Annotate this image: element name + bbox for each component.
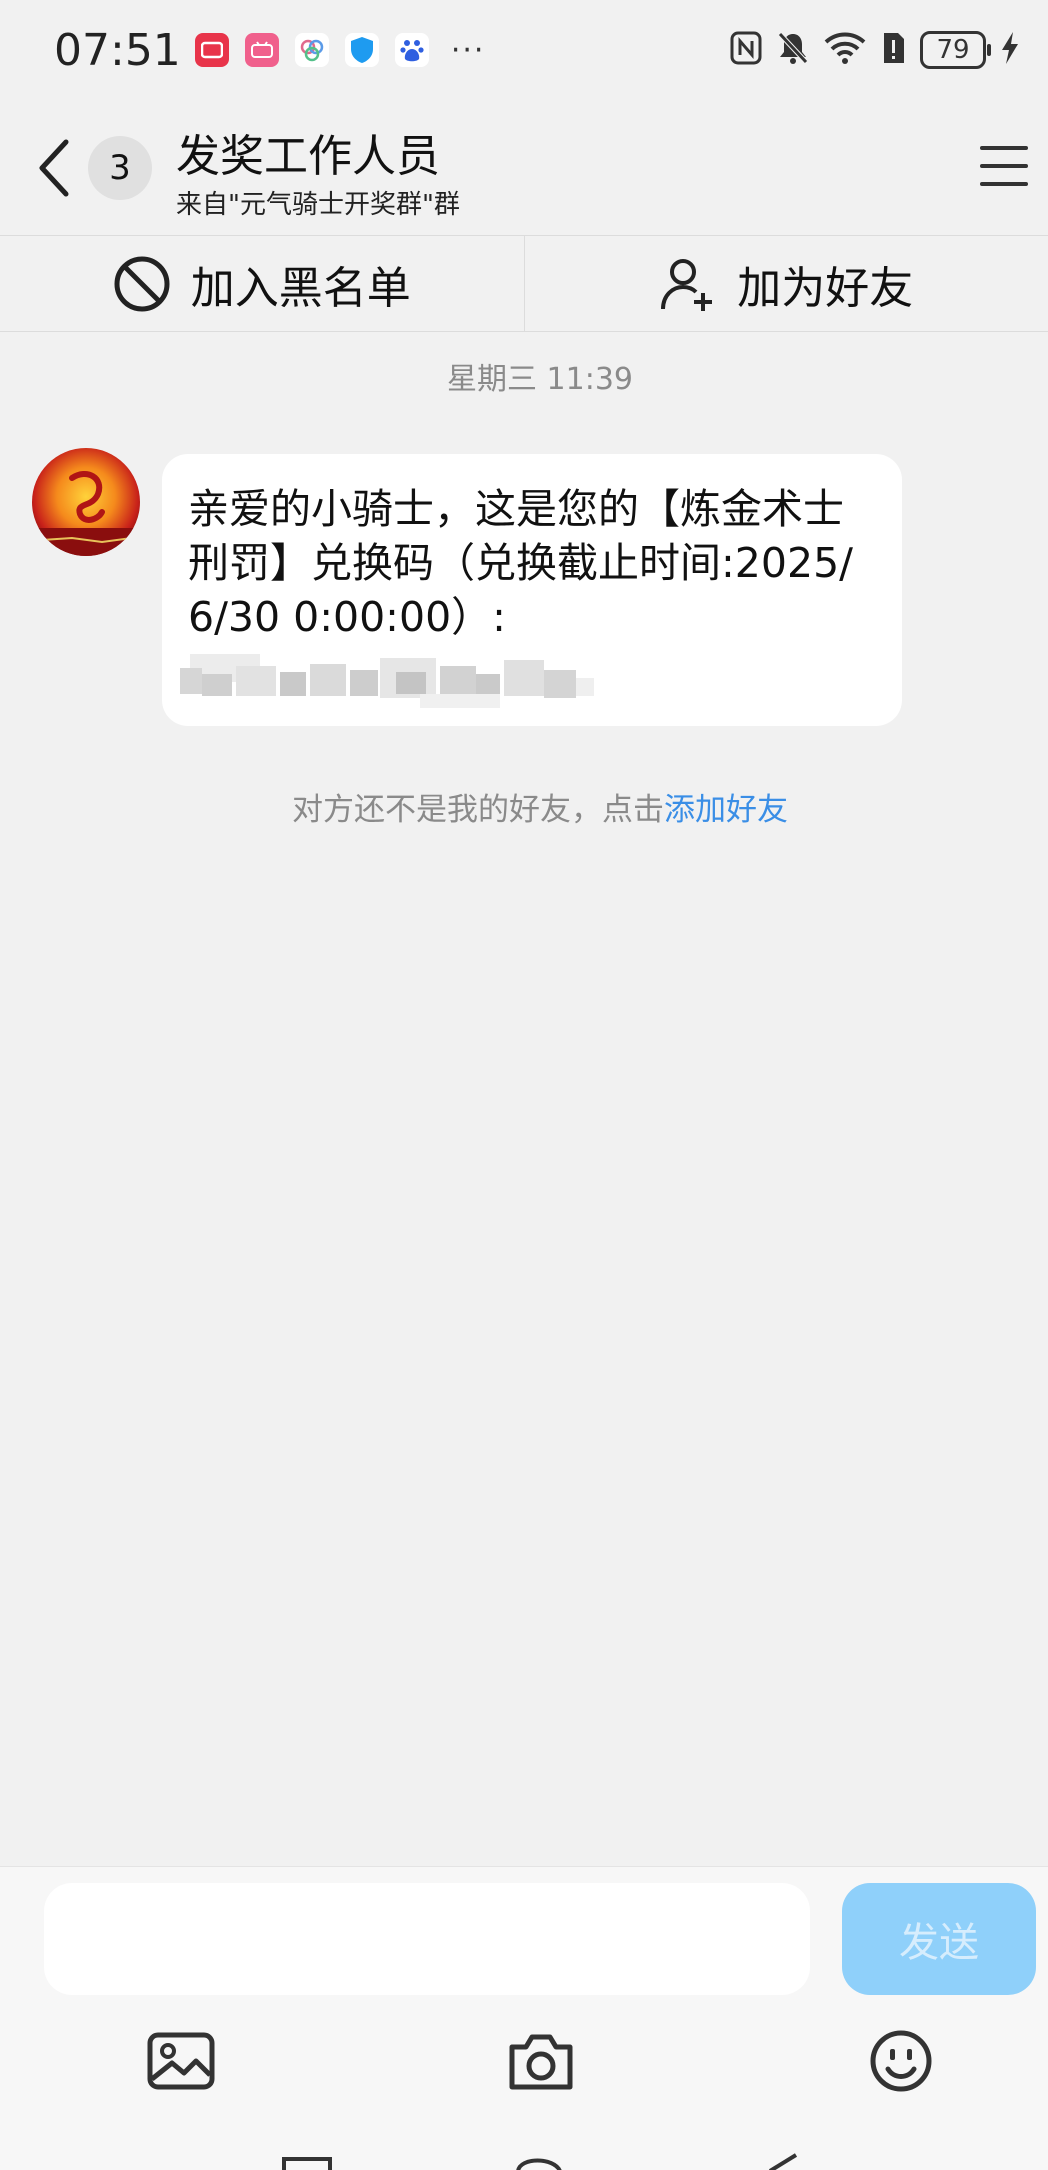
mute-bell-icon — [776, 30, 810, 70]
hamburger-line — [980, 164, 1028, 168]
input-area: 发送 — [0, 1866, 1048, 2170]
status-right-icons: 79 — [730, 30, 1020, 70]
bilibili-icon — [244, 33, 279, 67]
emoji-icon — [870, 2030, 932, 2092]
emoji-button[interactable] — [866, 2029, 936, 2093]
friend-notice-text: 对方还不是我的好友，点击 — [292, 792, 664, 828]
baidu-icon — [394, 33, 429, 67]
image-button[interactable] — [146, 2029, 216, 2093]
more-notifications: ··· — [450, 32, 486, 68]
sim-alert-icon — [880, 31, 906, 69]
nav-home-hint — [516, 2158, 562, 2170]
redacted-code — [180, 644, 600, 710]
add-friend-link[interactable]: 添加好友 — [664, 792, 788, 828]
send-button[interactable]: 发送 — [842, 1883, 1036, 1995]
add-friend-label: 加为好友 — [737, 262, 914, 314]
chat-header: 3 发奖工作人员 来自"元气骑士开奖群"群 — [0, 100, 1048, 236]
friend-notice: 对方还不是我的好友，点击添加好友 — [0, 784, 1048, 829]
chat-title: 发奖工作人员 — [176, 131, 440, 182]
shield-app-icon — [344, 33, 379, 67]
add-to-blacklist-button[interactable]: 加入黑名单 — [0, 236, 524, 331]
charging-icon — [1000, 31, 1020, 69]
chat-subtitle: 来自"元气骑士开奖群"群 — [176, 190, 460, 220]
mail-app-icon — [194, 33, 229, 67]
message-timestamp: 星期三 11:39 — [447, 362, 633, 397]
blacklist-label: 加入黑名单 — [190, 262, 411, 314]
wifi-icon — [824, 31, 866, 69]
status-bar: 07:51 ··· 79 — [0, 0, 1048, 100]
notification-icons: ··· — [194, 32, 486, 68]
message-bubble[interactable]: 亲爱的小骑士，这是您的【炼金术士刑罚】兑换码（兑换截止时间:2025/6/30 … — [162, 454, 902, 726]
add-user-icon — [661, 258, 713, 311]
nfc-icon — [730, 31, 762, 69]
avatar[interactable] — [32, 448, 140, 556]
menu-button[interactable] — [980, 146, 1028, 186]
unread-count-badge[interactable]: 3 — [88, 136, 152, 200]
block-icon — [114, 256, 170, 311]
battery-indicator: 79 — [920, 31, 991, 69]
dragon-avatar-image — [32, 448, 140, 556]
back-button[interactable] — [34, 138, 74, 198]
message-input[interactable] — [44, 1883, 810, 1995]
nav-hint-icons — [282, 2157, 332, 2170]
camera-button[interactable] — [506, 2029, 576, 2093]
message-text: 亲爱的小骑士，这是您的【炼金术士刑罚】兑换码（兑换截止时间:2025/6/30 … — [188, 485, 853, 641]
status-time: 07:51 — [54, 24, 181, 76]
photos-app-icon — [294, 33, 329, 67]
image-icon — [147, 2032, 215, 2090]
chevron-left-icon — [39, 139, 69, 197]
add-friend-button[interactable]: 加为好友 — [523, 236, 1048, 331]
camera-icon — [509, 2034, 573, 2090]
nav-back-hint — [768, 2153, 798, 2170]
action-bar: 加入黑名单 加为好友 — [0, 236, 1048, 332]
hamburger-line — [980, 182, 1028, 186]
hamburger-line — [980, 146, 1028, 150]
